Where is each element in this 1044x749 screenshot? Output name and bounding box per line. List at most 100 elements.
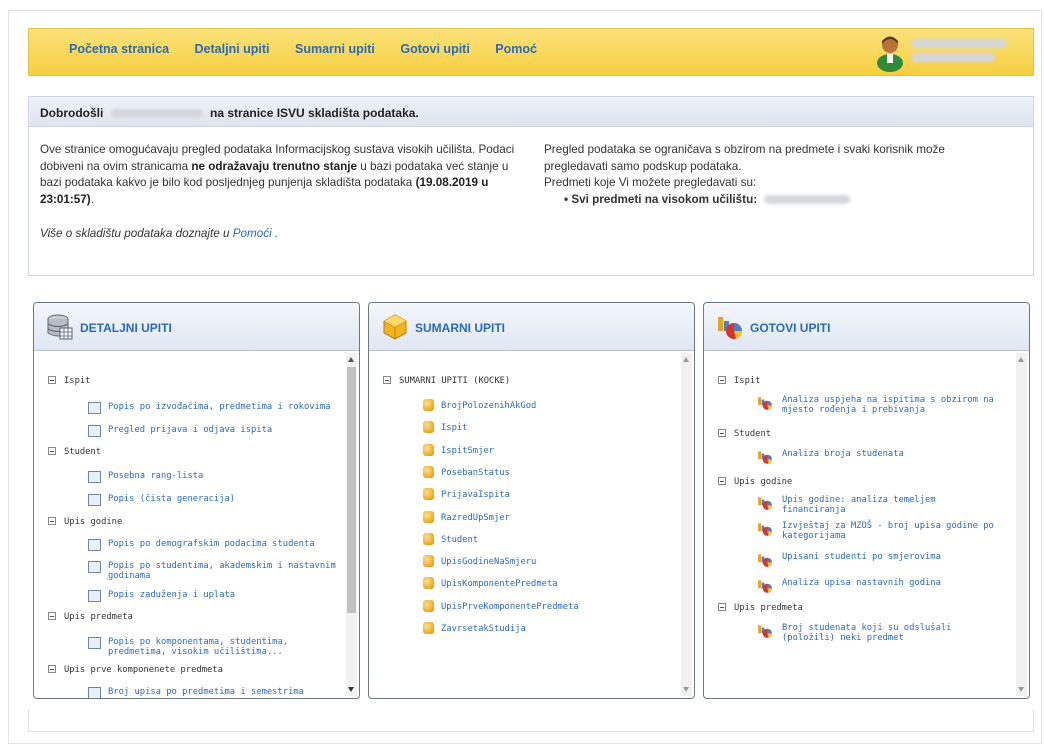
more-info-end: .: [275, 227, 279, 240]
cube-link[interactable]: UpisPrveKomponentePredmeta: [423, 599, 579, 612]
collapse-icon[interactable]: [718, 429, 726, 437]
ready-queries-title: GOTOVI UPITI: [750, 321, 831, 335]
collapse-icon[interactable]: [383, 376, 391, 384]
chart-icon: [756, 521, 774, 537]
scroll-up-icon[interactable]: [348, 357, 354, 362]
query-link[interactable]: Posebna rang-lista: [88, 471, 338, 483]
query-link[interactable]: Popis po studentima, akademskim i nastav…: [88, 561, 338, 581]
scroll-down-icon[interactable]: [1018, 687, 1024, 692]
chart-icon: [756, 449, 774, 465]
chart-icon: [718, 317, 742, 339]
user-avatar-icon[interactable]: [875, 32, 905, 72]
report-link[interactable]: Analiza broja studenata: [756, 449, 1002, 465]
bottom-bar: [28, 710, 1034, 732]
chart-icon: [756, 495, 774, 511]
report-link-label: Analiza broja studenata: [782, 449, 904, 459]
chart-icon: [756, 395, 774, 411]
collapse-icon[interactable]: [48, 376, 56, 384]
detailed-queries-header: DETALJNI UPITI: [34, 303, 359, 351]
cube-link-label: UpisPrveKomponentePredmeta: [441, 601, 579, 612]
scroll-thumb[interactable]: [347, 367, 356, 613]
chart-icon: [756, 578, 774, 594]
welcome-period: .: [90, 192, 94, 206]
report-link-label: Analiza uspjeha na ispitima s obzirom na…: [782, 395, 994, 415]
cube-link[interactable]: RazredUpSmjer: [423, 510, 510, 523]
cube-icon: [423, 488, 434, 501]
collapse-icon[interactable]: [48, 612, 56, 620]
query-link[interactable]: Popis zaduženja i uplata: [88, 590, 338, 602]
nav-detailed-queries-link[interactable]: Detaljni upiti: [195, 42, 270, 56]
tree-group: Upis predmeta: [718, 603, 803, 613]
report-link[interactable]: Upisani studenti po smjerovima: [756, 552, 1002, 568]
query-link[interactable]: Broj upisa po predmetima i semestrima: [88, 687, 338, 698]
tree-group: Upis godine: [718, 477, 792, 487]
collapse-icon[interactable]: [718, 376, 726, 384]
cube-link[interactable]: IspitSmjer: [423, 443, 494, 456]
tree-root-label: SUMARNI UPITI (KOCKE): [399, 376, 511, 386]
tree-group-label: Upis godine: [734, 477, 793, 487]
scroll-down-icon[interactable]: [683, 687, 689, 692]
summary-queries-scrollbar[interactable]: [681, 353, 692, 696]
cube-link[interactable]: UpisKomponentePredmeta: [423, 577, 558, 590]
tree-group: Student: [48, 447, 101, 457]
collapse-icon[interactable]: [48, 517, 56, 525]
tree-group-label: Upis predmeta: [734, 603, 803, 613]
report-icon: [88, 402, 101, 414]
nav-help-link[interactable]: Pomoć: [495, 42, 537, 56]
scroll-up-icon[interactable]: [1018, 357, 1024, 362]
query-link[interactable]: Popis (čista generacija): [88, 494, 338, 506]
nav-ready-queries-link[interactable]: Gotovi upiti: [400, 42, 469, 56]
query-link[interactable]: Popis po komponentama, studentima, predm…: [88, 637, 338, 657]
summary-queries-title: SUMARNI UPITI: [415, 321, 505, 335]
report-link-label: Upis godine: analiza temeljem financiran…: [782, 495, 936, 515]
ready-queries-scrollbar[interactable]: [1016, 353, 1027, 696]
cube-link-label: Ispit: [441, 423, 468, 434]
top-nav: Početna stranica Detaljni upiti Sumarni …: [28, 28, 1034, 76]
scroll-down-icon[interactable]: [348, 687, 354, 692]
cube-link-label: Student: [441, 534, 479, 545]
report-icon: [88, 590, 101, 602]
report-link[interactable]: Upis godine: analiza temeljem financiran…: [756, 495, 1002, 515]
cube-link[interactable]: ZavrsetakStudija: [423, 622, 526, 634]
report-icon: [88, 494, 101, 506]
query-link-label: Popis po komponentama, studentima, predm…: [108, 637, 289, 657]
report-link[interactable]: Analiza uspjeha na ispitima s obzirom na…: [756, 395, 1002, 415]
cube-link[interactable]: UpisGodineNaSmjeru: [423, 555, 536, 568]
scroll-up-icon[interactable]: [683, 357, 689, 362]
query-link-label: Popis zaduženja i uplata: [108, 590, 236, 600]
cube-link[interactable]: Student: [423, 532, 479, 545]
help-link[interactable]: Pomoći: [233, 227, 272, 240]
database-icon: [47, 314, 73, 340]
ready-queries-panel: GOTOVI UPITI Ispit Analiza uspjeha na isp…: [703, 302, 1030, 699]
cube-link[interactable]: BrojPolozenihAkGod: [423, 399, 536, 411]
collapse-icon[interactable]: [718, 603, 726, 611]
nav-summary-queries-link[interactable]: Sumarni upiti: [295, 42, 375, 56]
collapse-icon[interactable]: [48, 665, 56, 673]
query-link[interactable]: Popis po izvođačima, predmetima i rokovi…: [88, 402, 338, 414]
tree-group-label: Upis prve komponenete predmeta: [64, 665, 223, 675]
report-icon: [88, 425, 101, 437]
nav-home-link[interactable]: Početna stranica: [69, 42, 169, 56]
collapse-icon[interactable]: [718, 477, 726, 485]
welcome-description: Ove stranice omogućavaju pregled podatak…: [40, 142, 520, 243]
tree-group: Ispit: [718, 376, 760, 386]
cube-icon: [423, 465, 434, 478]
report-link[interactable]: Izvještaj za MZOŠ - broj upisa godine po…: [756, 521, 1002, 541]
report-link[interactable]: Broj studenata koji su odslušali (položi…: [756, 623, 1002, 643]
report-link-label: Broj studenata koji su odslušali (položi…: [782, 623, 952, 643]
welcome-title: Dobrodošli na stranice ISVU skladišta po…: [29, 97, 1033, 127]
cube-link[interactable]: PosebanStatus: [423, 465, 510, 478]
cube-link[interactable]: PrijavaIspita: [423, 488, 510, 501]
detailed-queries-scrollbar[interactable]: [346, 353, 357, 696]
more-info-text: Više o skladištu podataka doznajte u: [40, 227, 230, 240]
report-link[interactable]: Analiza upisa nastavnih godina: [756, 578, 1002, 594]
cube-icon: [423, 510, 434, 523]
tree-group: Student: [718, 429, 771, 439]
query-link[interactable]: Popis po demografskim podacima studenta: [88, 539, 338, 551]
cube-link[interactable]: Ispit: [423, 421, 468, 434]
query-link[interactable]: Pregled prijava i odjava ispita: [88, 425, 338, 437]
collapse-icon[interactable]: [48, 447, 56, 455]
welcome-bold-text: ne odražavaju trenutno stanje: [191, 159, 357, 173]
tree-group-label: Ispit: [64, 376, 91, 386]
query-link-label: Popis po studentima, akademskim i nastav…: [108, 561, 336, 581]
